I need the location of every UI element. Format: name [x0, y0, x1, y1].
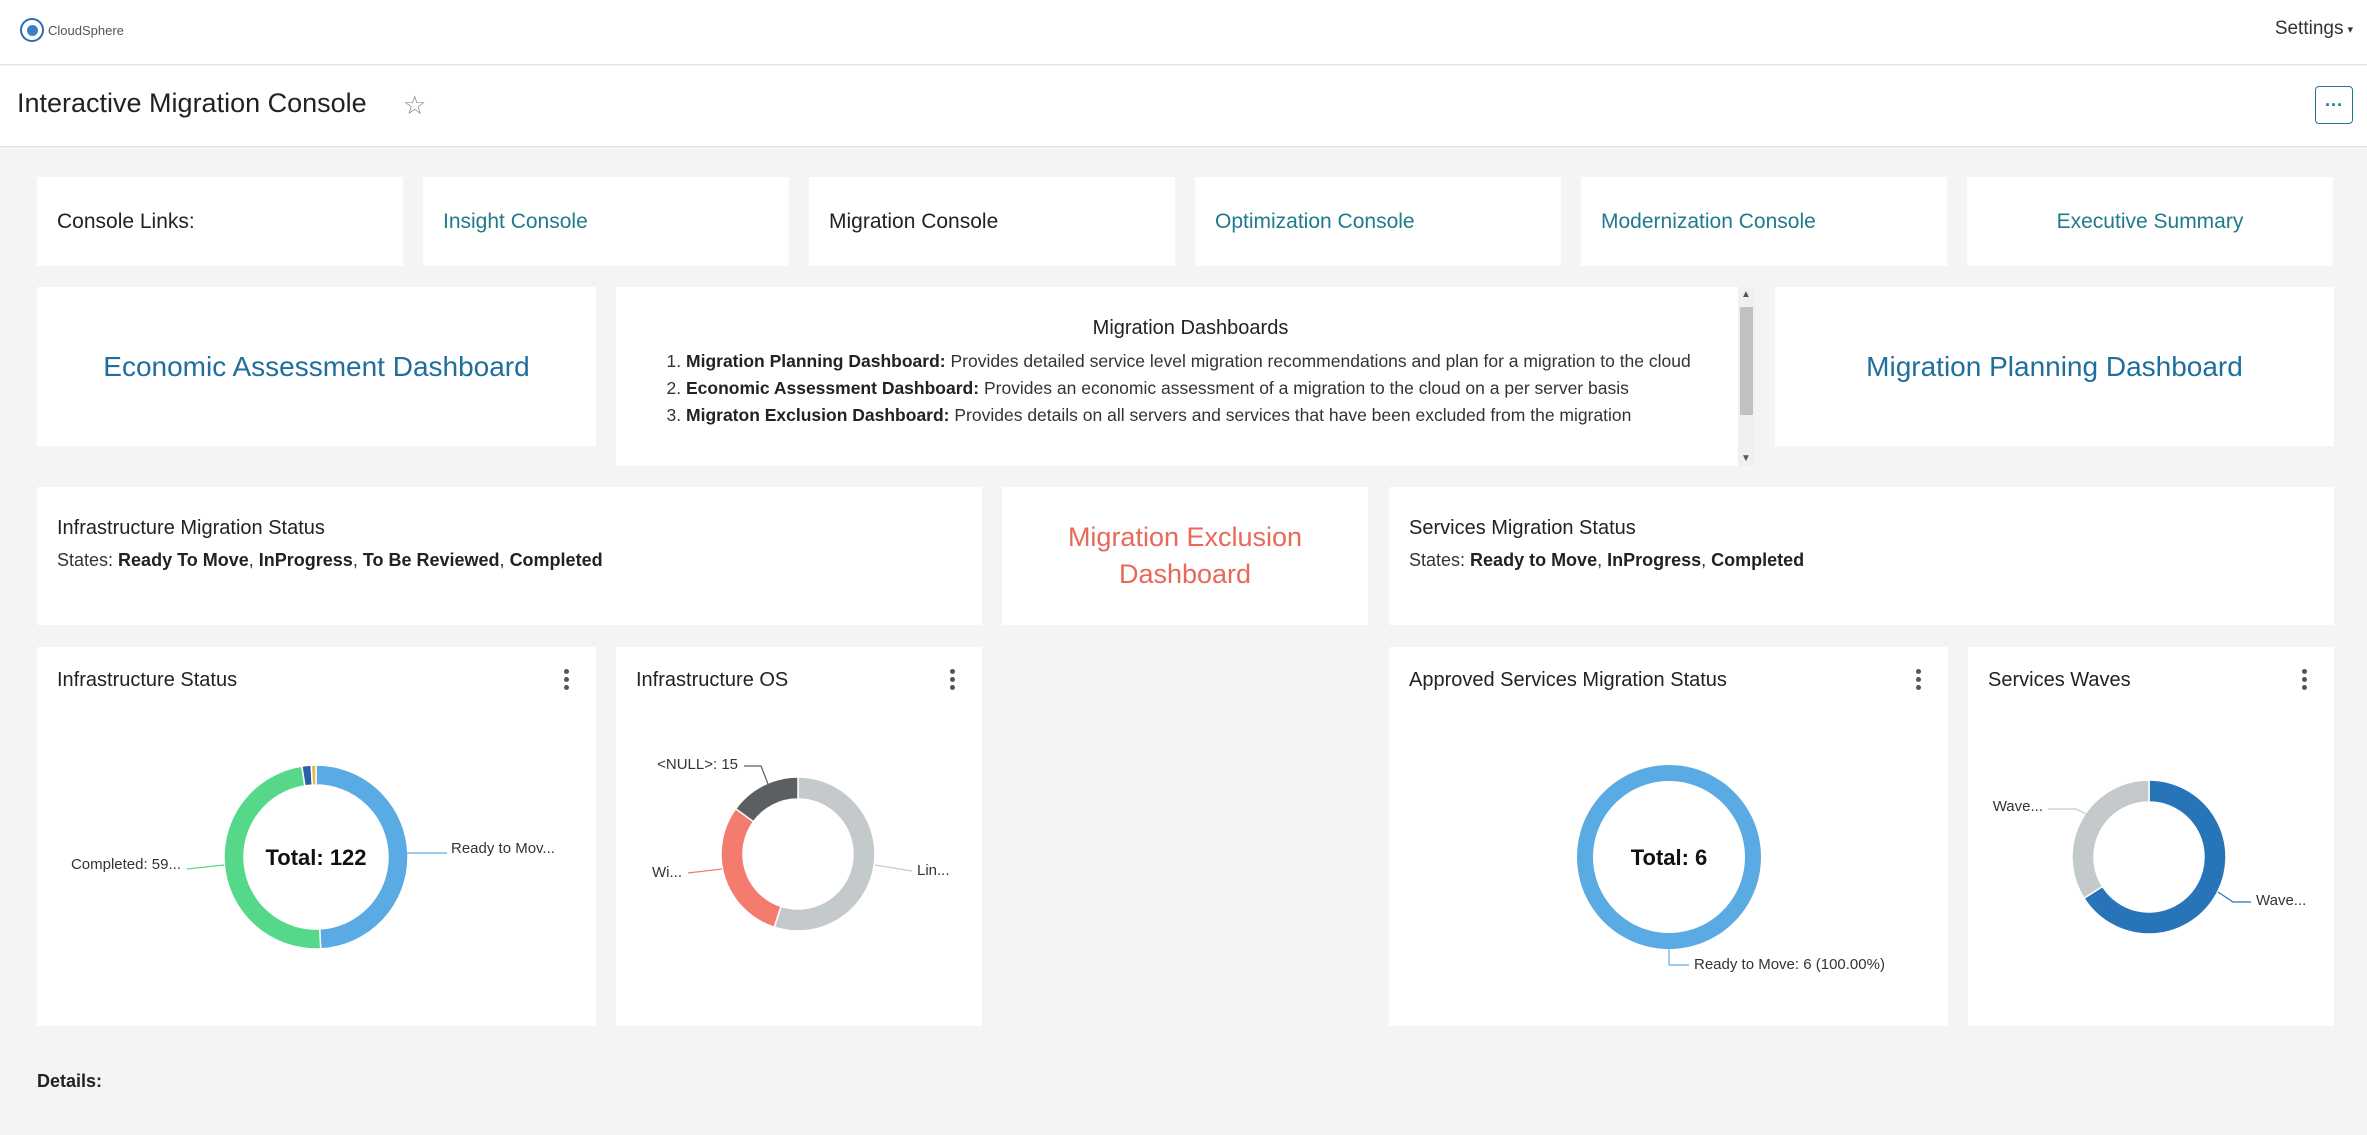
caret-down-icon: ▾ [2347, 23, 2353, 36]
state-value: Completed [1711, 550, 1805, 570]
services-migration-status-card: Services Migration Status States: Ready … [1389, 487, 2334, 625]
cloudsphere-logo-icon [20, 18, 44, 42]
details-label: Details: [37, 1071, 103, 1091]
slice-label: Wave... [2256, 892, 2306, 909]
list-item: Migraton Exclusion Dashboard: Provides d… [686, 402, 1725, 429]
list-item-desc: Provides an economic assessment of a mig… [983, 378, 1629, 398]
infrastructure-status-chart-card: Infrastructure Status Total: 122 Ready to… [37, 647, 596, 1026]
approved-services-donut: Total: 6 Ready to Move: 6 (100.00%) [1576, 765, 1885, 973]
migration-dashboards-title: Migration Dashboards [1092, 317, 1289, 339]
migration-exclusion-dashboard-link[interactable]: Migration Exclusion Dashboard [1002, 487, 1368, 625]
migration-dashboards-panel: Migration Dashboards Migration Planning … [616, 287, 1755, 466]
donut-center-label: Total: 122 [265, 845, 366, 870]
executive-summary-link[interactable]: Executive Summary [1967, 177, 2333, 266]
settings-menu[interactable]: Settings ▾ [2275, 18, 2353, 40]
infrastructure-os-donut: Lin... Wi... <NULL>: 15 [652, 756, 950, 932]
list-item-desc: Provides detailed service level migratio… [950, 351, 1691, 371]
scroll-thumb[interactable] [1740, 307, 1753, 415]
insight-console-link[interactable]: Insight Console [423, 177, 789, 266]
top-bar: CloudSphere Settings ▾ [0, 0, 2367, 65]
slice-label: Lin... [917, 862, 950, 879]
favorite-star-icon[interactable]: ☆ [403, 90, 426, 121]
console-links-label-card: Console Links: [37, 177, 403, 266]
list-item-name: Economic Assessment Dashboard: [686, 378, 980, 398]
states-label: States: [1409, 550, 1466, 570]
console-links-label: Console Links: [57, 209, 195, 233]
list-item-desc: Provides details on all servers and serv… [954, 405, 1632, 425]
label-leader-line [687, 868, 723, 874]
state-value: To Be Reviewed [362, 550, 500, 570]
services-migration-status-title: Services Migration Status [1409, 517, 1636, 539]
infrastructure-migration-status-title: Infrastructure Migration Status [57, 517, 325, 539]
migration-exclusion-dashboard-label: Migration Exclusion Dashboard [1067, 522, 1303, 589]
executive-summary-label: Executive Summary [2056, 209, 2244, 233]
state-value: Ready to Move [1470, 550, 1598, 570]
state-value: InProgress [258, 550, 353, 570]
donut-slice[interactable] [310, 764, 317, 786]
brand-name: CloudSphere [48, 22, 124, 38]
label-leader-line [874, 864, 913, 872]
insight-console-label: Insight Console [443, 209, 588, 233]
scroll-up-arrow-icon[interactable]: ▲ [1741, 289, 1751, 300]
list-item: Migration Planning Dashboard: Provides d… [686, 348, 1725, 375]
approved-services-chart-card: Approved Services Migration Status Total… [1389, 647, 1948, 1026]
optimization-console-link[interactable]: Optimization Console [1195, 177, 1561, 266]
label-leader-line [1668, 949, 1689, 966]
donut-slice[interactable] [734, 776, 799, 823]
label-leader-line [186, 864, 225, 870]
scroll-down-arrow-icon[interactable]: ▼ [1741, 453, 1751, 464]
slice-label: Wi... [652, 864, 682, 881]
label-leader-line [744, 765, 769, 785]
list-item-name: Migration Planning Dashboard: [686, 351, 946, 371]
list-item-name: Migraton Exclusion Dashboard: [686, 405, 950, 425]
modernization-console-label: Modernization Console [1601, 209, 1816, 233]
list-item: Economic Assessment Dashboard: Provides … [686, 375, 1725, 402]
services-states: States: Ready to Move, InProgress, Compl… [1409, 550, 1805, 570]
services-waves-donut: Wave... Wave... [1993, 779, 2306, 935]
slice-label: <NULL>: 15 [657, 756, 738, 773]
states-label: States: [57, 550, 114, 570]
state-value: Ready To Move [118, 550, 249, 570]
state-value: Completed [509, 550, 603, 570]
infrastructure-migration-status-card: Infrastructure Migration Status States: … [37, 487, 982, 625]
more-options-button[interactable]: ··· [2315, 86, 2353, 124]
migration-console-link[interactable]: Migration Console [809, 177, 1175, 266]
title-bar: Interactive Migration Console ☆ ··· [0, 66, 2367, 147]
optimization-console-label: Optimization Console [1215, 209, 1415, 233]
infrastructure-states: States: Ready To Move, InProgress, To Be… [57, 550, 603, 570]
infrastructure-status-donut: Total: 122 Ready to Mov... Completed: 59..… [71, 764, 555, 950]
scrollbar[interactable]: ▲ ▼ [1738, 287, 1755, 466]
donut-slice[interactable] [2071, 779, 2150, 900]
slice-label: Ready to Mov... [451, 840, 555, 857]
label-leader-line [2048, 808, 2089, 816]
label-leader-line [2217, 891, 2251, 903]
donut-slice[interactable] [720, 807, 782, 929]
migration-planning-dashboard-link[interactable]: Migration Planning Dashboard [1775, 287, 2334, 446]
migration-dashboards-list: Migration Planning Dashboard: Provides d… [656, 348, 1725, 429]
donut-center-label: Total: 6 [1631, 845, 1708, 870]
slice-label: Wave... [1993, 798, 2043, 815]
infrastructure-os-chart-card: Infrastructure OS Lin... Wi... <NULL>: 15 [616, 647, 982, 1026]
brand-logo[interactable]: CloudSphere [20, 18, 124, 42]
migration-console-label: Migration Console [829, 209, 999, 233]
slice-label: Completed: 59... [71, 856, 181, 873]
state-value: InProgress [1607, 550, 1702, 570]
economic-assessment-dashboard-link[interactable]: Economic Assessment Dashboard [37, 287, 596, 446]
modernization-console-link[interactable]: Modernization Console [1581, 177, 1947, 266]
settings-label: Settings [2274, 18, 2344, 39]
page-title: Interactive Migration Console [17, 88, 367, 118]
services-waves-chart-card: Services Waves Wave... Wave... [1968, 647, 2334, 1026]
slice-label: Ready to Move: 6 (100.00%) [1694, 956, 1885, 973]
